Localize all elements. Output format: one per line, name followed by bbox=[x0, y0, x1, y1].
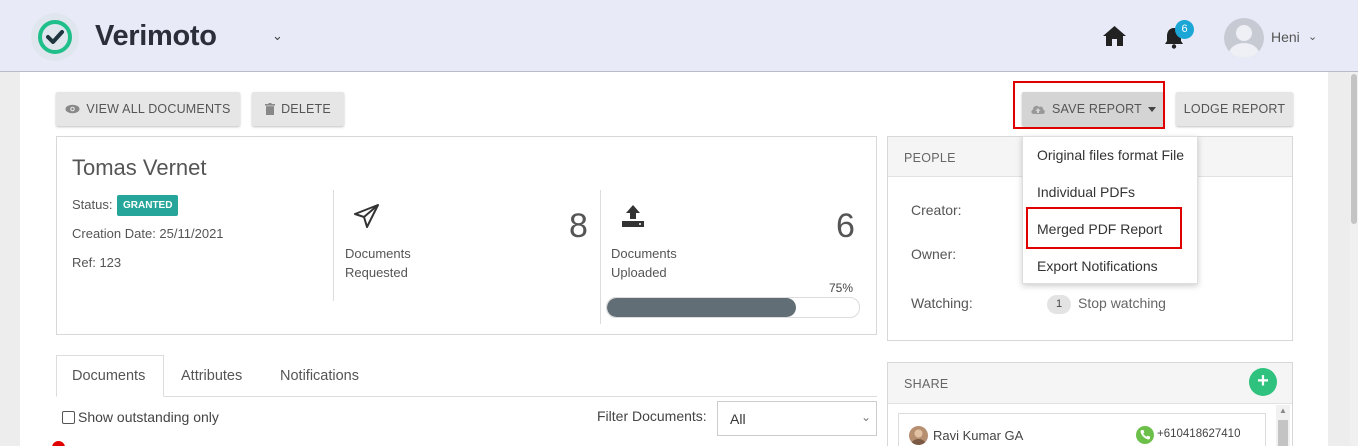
verimoto-logo-icon[interactable] bbox=[31, 13, 79, 61]
lodge-report-label: LODGE REPORT bbox=[1183, 102, 1286, 116]
people-title: PEOPLE bbox=[904, 151, 956, 165]
delete-button[interactable]: DELETE bbox=[252, 92, 344, 126]
view-all-documents-button[interactable]: VIEW ALL DOCUMENTS bbox=[56, 92, 240, 126]
documents-requested-count: 8 bbox=[569, 207, 588, 245]
stat-divider bbox=[333, 190, 334, 301]
menu-item-individual-pdfs[interactable]: Individual PDFs bbox=[1037, 184, 1135, 200]
user-name[interactable]: Heni bbox=[1271, 29, 1300, 45]
upload-progress-fill bbox=[607, 298, 796, 317]
home-icon[interactable] bbox=[1102, 25, 1127, 52]
documents-requested-label-1: Documents bbox=[345, 246, 411, 261]
tab-notifications[interactable]: Notifications bbox=[280, 368, 359, 384]
watching-count-badge: 1 bbox=[1047, 295, 1071, 314]
stop-watching-link[interactable]: Stop watching bbox=[1078, 295, 1166, 311]
tab-documents[interactable]: Documents bbox=[72, 368, 145, 384]
brand-chevron-down-icon[interactable]: ⌄ bbox=[272, 28, 283, 44]
trash-icon bbox=[265, 103, 276, 115]
user-menu-chevron-down-icon[interactable]: ⌄ bbox=[1308, 30, 1317, 43]
share-scrollbar-thumb[interactable] bbox=[1278, 420, 1288, 446]
upload-progress-bar bbox=[606, 297, 860, 318]
show-outstanding-label[interactable]: Show outstanding only bbox=[78, 409, 219, 425]
delete-label: DELETE bbox=[281, 102, 331, 116]
send-icon bbox=[354, 204, 380, 233]
filter-documents-value: All bbox=[730, 411, 746, 427]
save-report-highlight bbox=[1013, 81, 1165, 129]
menu-item-original-files[interactable]: Original files format File bbox=[1037, 147, 1184, 163]
share-card-header: SHARE bbox=[888, 363, 1292, 404]
user-avatar[interactable] bbox=[1224, 18, 1264, 58]
share-title: SHARE bbox=[904, 377, 949, 391]
scroll-up-icon[interactable]: ▲ bbox=[1279, 406, 1287, 415]
brand-name[interactable]: Verimoto bbox=[95, 20, 217, 53]
creation-date: Creation Date: 25/11/2021 bbox=[72, 226, 224, 241]
add-share-button[interactable]: + bbox=[1249, 368, 1277, 396]
contact-avatar bbox=[909, 426, 928, 445]
documents-uploaded-label-1: Documents bbox=[611, 246, 677, 261]
contact-name: Ravi Kumar GA bbox=[933, 428, 1024, 443]
status-badge: GRANTED bbox=[117, 195, 179, 216]
status-label: Status: bbox=[72, 197, 113, 212]
merged-pdf-highlight bbox=[1026, 207, 1182, 249]
upload-progress-percent: 75% bbox=[829, 281, 854, 295]
tabs-underline bbox=[56, 396, 877, 397]
request-name: Tomas Vernet bbox=[72, 155, 207, 180]
upload-icon bbox=[620, 204, 646, 233]
reference: Ref: 123 bbox=[72, 255, 122, 270]
chevron-down-icon: ⌄ bbox=[861, 410, 872, 424]
filter-documents-label: Filter Documents: bbox=[597, 408, 707, 424]
tab-attributes[interactable]: Attributes bbox=[181, 368, 242, 384]
eye-icon bbox=[65, 104, 80, 114]
creator-label: Creator: bbox=[911, 202, 962, 218]
menu-item-export-notifications[interactable]: Export Notifications bbox=[1037, 258, 1158, 274]
notification-count-badge[interactable]: 6 bbox=[1175, 20, 1194, 39]
documents-uploaded-label-2: Uploaded bbox=[611, 265, 667, 280]
contact-phone: +610418627410 bbox=[1157, 428, 1241, 440]
documents-requested-label-2: Requested bbox=[345, 265, 408, 280]
page-scrollbar-thumb[interactable] bbox=[1351, 74, 1357, 224]
documents-uploaded-count: 6 bbox=[836, 207, 855, 245]
watching-label: Watching: bbox=[911, 295, 973, 311]
top-navbar: Verimoto ⌄ 6 Heni ⌄ bbox=[0, 0, 1358, 72]
stat-divider bbox=[600, 190, 601, 324]
phone-icon bbox=[1136, 426, 1154, 444]
show-outstanding-checkbox[interactable] bbox=[62, 411, 75, 424]
view-all-documents-label: VIEW ALL DOCUMENTS bbox=[86, 102, 231, 116]
lodge-report-button[interactable]: LODGE REPORT bbox=[1176, 92, 1293, 126]
owner-label: Owner: bbox=[911, 246, 957, 262]
